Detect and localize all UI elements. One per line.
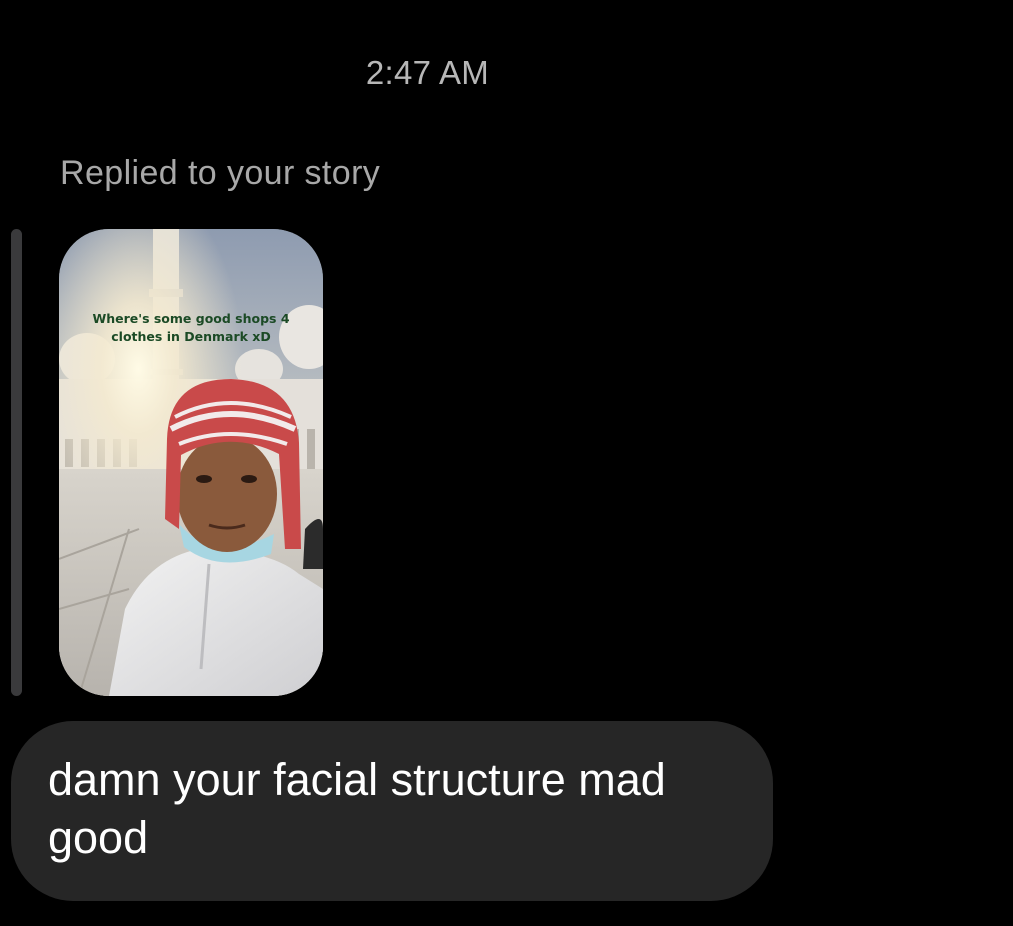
story-reply-label: Replied to your story	[60, 154, 381, 192]
reply-indicator-bar	[11, 229, 22, 696]
message-text: damn your facial structure mad good	[48, 754, 666, 863]
story-photo-image	[59, 229, 323, 696]
message-timestamp: 2:47 AM	[365, 54, 490, 91]
story-caption: Where's some good shops 4 clothes in Den…	[92, 311, 290, 344]
story-thumbnail[interactable]: Where's some good shops 4 clothes in Den…	[59, 229, 323, 696]
message-bubble[interactable]: damn your facial structure mad good	[11, 721, 773, 901]
